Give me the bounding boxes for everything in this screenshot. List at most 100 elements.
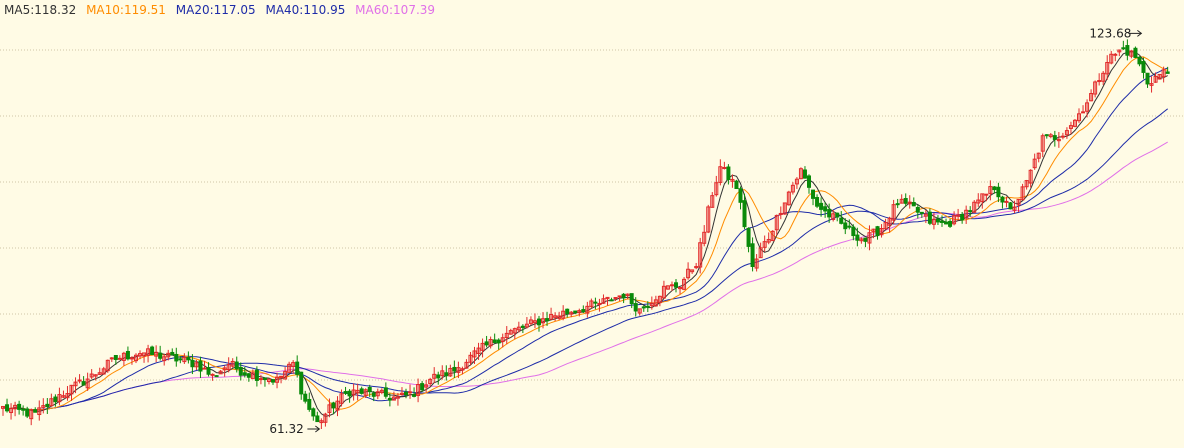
candle [778, 206, 783, 220]
candle-body [17, 403, 22, 410]
candle-body [242, 372, 247, 376]
candle [653, 295, 658, 307]
legend-ma10: MA10:119.51 [86, 3, 166, 17]
candle [1056, 132, 1061, 148]
candle-body [726, 166, 731, 181]
candle [657, 295, 662, 307]
candle [1149, 76, 1154, 93]
candle [682, 277, 687, 291]
candle [496, 338, 501, 350]
candle-body [387, 397, 392, 401]
candle-body [1137, 56, 1142, 65]
plot-area: 123.68 61.32 [0, 26, 1184, 436]
candle [351, 383, 356, 401]
candle-body [210, 373, 215, 376]
candle [927, 208, 932, 226]
candle [609, 297, 614, 302]
candle [214, 375, 219, 378]
candle [428, 377, 433, 387]
candle [782, 202, 787, 215]
candle-body [186, 357, 191, 361]
ma-legend: MA5:118.32 MA10:119.51 MA20:117.05 MA40:… [4, 3, 441, 17]
candle-body [855, 234, 860, 241]
candle [436, 371, 441, 385]
candle [1109, 50, 1114, 65]
candle-body [303, 393, 308, 402]
candle [170, 348, 175, 356]
candle-body [408, 391, 413, 394]
candle-body [315, 415, 320, 423]
candle [1129, 50, 1134, 59]
candle [641, 305, 646, 312]
candle [1133, 46, 1138, 59]
candle [1000, 195, 1005, 209]
ma40-line [2, 108, 1169, 411]
candle-body [262, 377, 267, 381]
candle [89, 369, 94, 380]
candle [706, 204, 711, 234]
candle [798, 167, 803, 180]
candle [678, 286, 683, 295]
candle [758, 242, 763, 259]
candle-body [968, 210, 973, 213]
candle [976, 193, 981, 207]
candle [468, 351, 473, 365]
candle-body [827, 209, 832, 218]
candle [835, 212, 840, 222]
candle-body [835, 212, 840, 218]
candle-body [609, 299, 614, 302]
candle-body [960, 214, 965, 221]
candle [674, 279, 679, 293]
candle [283, 367, 288, 380]
candle [319, 418, 324, 430]
candle-body [45, 403, 50, 408]
candle [1157, 73, 1162, 80]
candle [162, 354, 167, 366]
candle-body [1113, 53, 1118, 56]
candle-body [1165, 71, 1170, 74]
candle-body [113, 354, 118, 360]
candle-body [420, 383, 425, 391]
candle-body [81, 381, 86, 386]
candle [512, 327, 517, 340]
candle-body [371, 392, 376, 397]
candle [323, 412, 328, 427]
candle [746, 227, 751, 253]
candle-body [927, 211, 932, 224]
candle [561, 305, 566, 321]
candle-body [234, 361, 239, 370]
candle [303, 390, 308, 404]
candle [1044, 134, 1049, 139]
candle [1024, 179, 1029, 190]
candle [1093, 80, 1098, 98]
candle [972, 200, 977, 214]
candle-body [996, 186, 1001, 198]
candle [125, 346, 130, 361]
candle [25, 406, 30, 419]
candle-body [919, 211, 924, 214]
candle [702, 225, 707, 247]
candle-body [935, 218, 940, 223]
candle [895, 198, 900, 209]
candle-body [992, 186, 997, 191]
candle [855, 227, 860, 247]
candle [1048, 133, 1053, 139]
candle [182, 353, 187, 365]
candle-body [383, 387, 388, 397]
candle-body [851, 226, 856, 237]
candle [121, 351, 126, 366]
candle [1064, 127, 1069, 139]
candle [158, 345, 163, 361]
candle [1032, 153, 1037, 170]
candle [271, 378, 276, 385]
candle [37, 400, 42, 421]
candle [1097, 73, 1102, 86]
candle-body [444, 372, 449, 377]
candle [154, 345, 159, 363]
candle [420, 380, 425, 392]
candle-body [347, 390, 352, 397]
candle [480, 338, 485, 358]
candle-body [295, 361, 300, 375]
candle-body [645, 305, 650, 308]
candle [1125, 39, 1130, 61]
